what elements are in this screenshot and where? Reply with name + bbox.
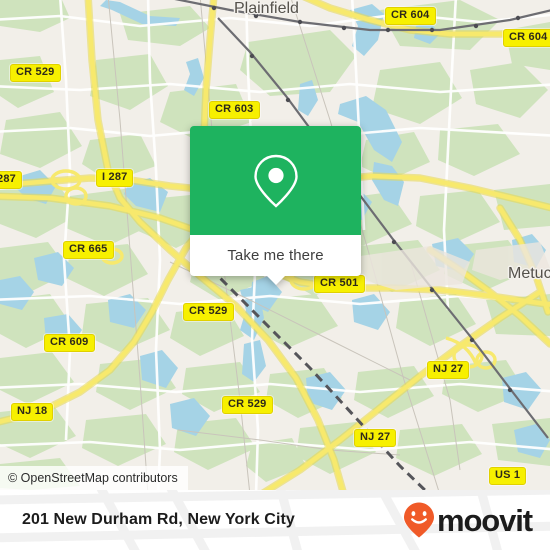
location-pin-icon: [253, 154, 298, 208]
popup-tail: [266, 276, 285, 285]
map-attribution[interactable]: © OpenStreetMap contributors: [0, 466, 188, 490]
moovit-wordmark: moovit: [436, 502, 533, 538]
road-shield-cr-529-a[interactable]: CR 529: [10, 64, 61, 82]
road-shield-us-1[interactable]: US 1: [489, 467, 527, 485]
place-label-metuchen: Metuc: [508, 265, 550, 282]
road-shield-cr-609[interactable]: CR 609: [44, 334, 95, 352]
popup-header: [190, 126, 361, 235]
road-shield-i-287-b[interactable]: I 287: [96, 169, 134, 187]
place-label-plainfield: Plainfield: [234, 0, 299, 17]
road-shield-i-287-a[interactable]: 287: [0, 171, 22, 189]
road-shield-nj-27-b[interactable]: NJ 27: [354, 429, 397, 447]
take-me-there-button[interactable]: Take me there: [190, 235, 361, 276]
road-shield-cr-529-b[interactable]: CR 529: [183, 303, 234, 321]
road-shield-cr-529-c[interactable]: CR 529: [222, 396, 273, 414]
address-label: 201 New Durham Rd, New York City: [22, 511, 295, 528]
moovit-smiley-pin-icon: [403, 502, 434, 538]
take-me-there-label: Take me there: [227, 247, 324, 264]
map-viewport[interactable]: Plainfield Metuc CR 604 CR 604 CR 529 CR…: [0, 0, 550, 490]
destination-popup-card[interactable]: Take me there: [190, 126, 361, 285]
road-shield-cr-604-a[interactable]: CR 604: [385, 7, 436, 25]
road-shield-cr-665[interactable]: CR 665: [63, 241, 114, 259]
road-shield-cr-501[interactable]: CR 501: [314, 275, 365, 293]
moovit-map-screenshot: Plainfield Metuc CR 604 CR 604 CR 529 CR…: [0, 0, 550, 550]
footer-bar: 201 New Durham Rd, New York City moovit: [0, 490, 550, 550]
attribution-text: © OpenStreetMap contributors: [8, 471, 178, 485]
road-shield-nj-18[interactable]: NJ 18: [11, 403, 54, 421]
moovit-logo[interactable]: moovit: [402, 501, 533, 539]
road-shield-cr-603[interactable]: CR 603: [209, 101, 260, 119]
road-shield-nj-27-a[interactable]: NJ 27: [427, 361, 470, 379]
road-shield-cr-604-b[interactable]: CR 604: [503, 29, 550, 47]
